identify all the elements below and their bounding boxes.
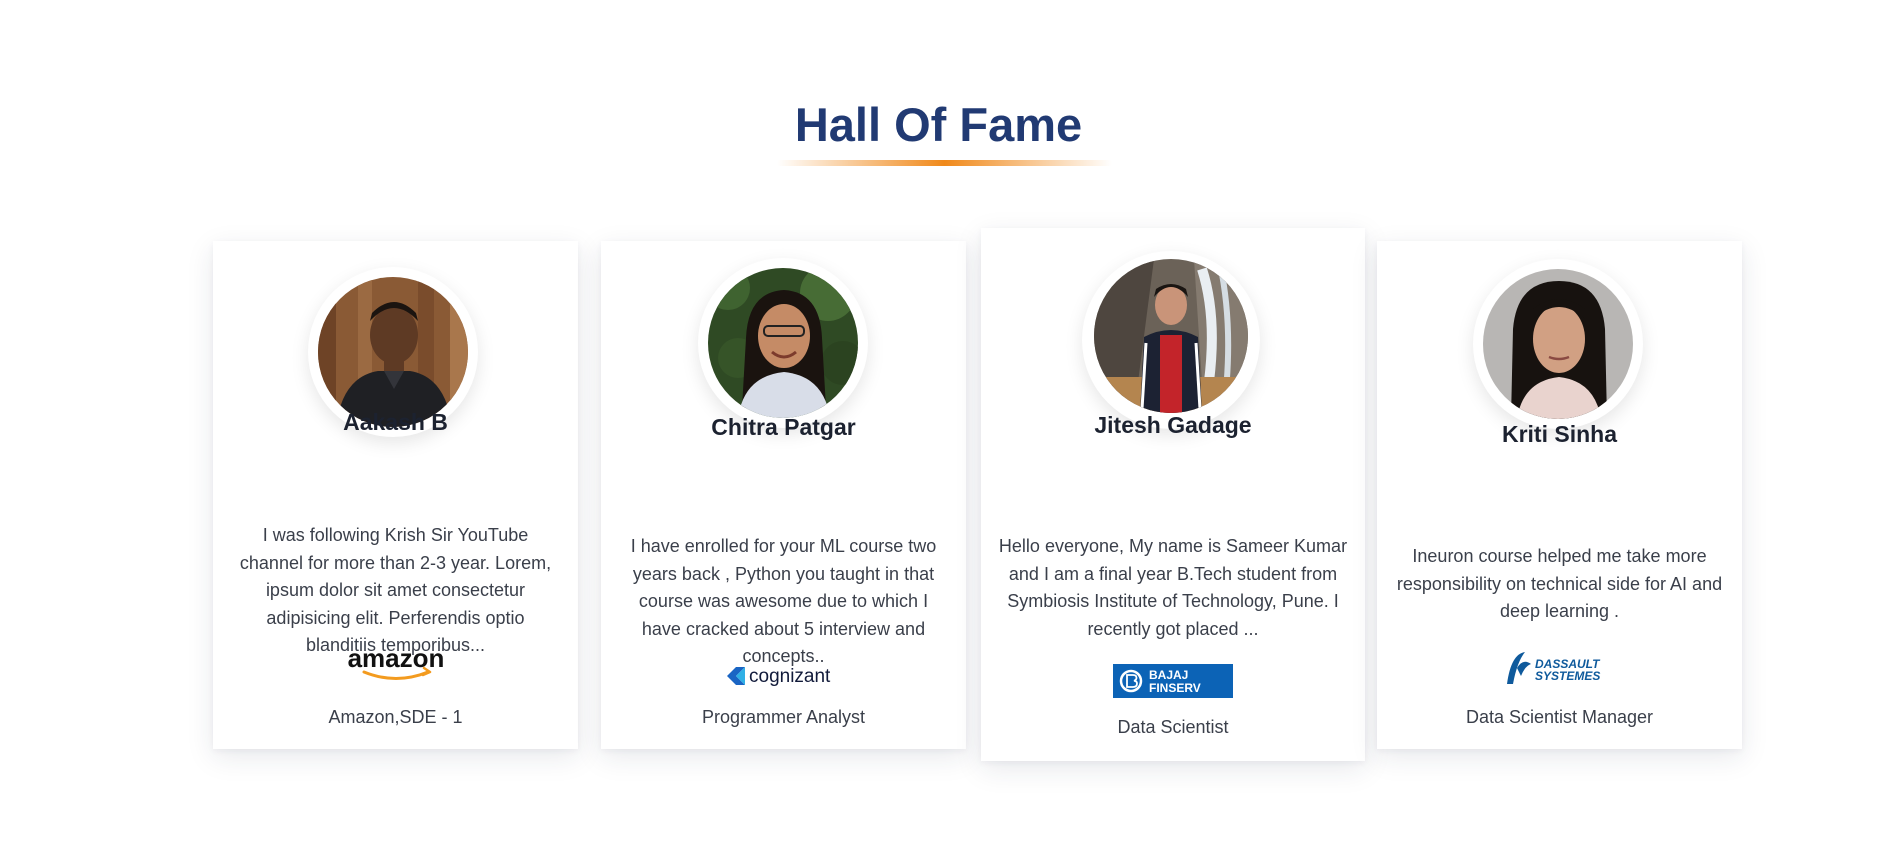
- testimonial-text: Hello everyone, My name is Sameer Kumar …: [998, 536, 1348, 639]
- company-logo: amazon: [213, 647, 578, 683]
- person-photo-icon: [708, 268, 858, 418]
- testimonial-text: I was following Krish Sir YouTube channe…: [239, 525, 552, 655]
- member-name: Chitra Patgar: [711, 414, 856, 440]
- section-title: Hall Of Fame: [794, 98, 1083, 151]
- testimonial-text: Ineuron course helped me take more respo…: [1396, 546, 1723, 621]
- member-name: Kriti Sinha: [1501, 421, 1617, 447]
- title-underline: [777, 160, 1112, 166]
- member-role: Programmer Analyst: [701, 707, 866, 727]
- logo-wordmark-bottom: SYSTEMES: [1535, 669, 1600, 683]
- testimonial-card: Kriti Sinha Ineuron course helped me tak…: [1377, 241, 1742, 749]
- person-photo-icon: [1094, 259, 1248, 413]
- testimonial-card: Aakash B I was following Krish Sir YouTu…: [213, 241, 578, 749]
- logo-wordmark-top: BAJAJ: [1149, 668, 1188, 682]
- member-role: Data Scientist: [1117, 717, 1229, 737]
- dassault-systemes-logo-icon: DASSAULT SYSTEMES: [1506, 652, 1601, 684]
- person-photo-icon: [1483, 269, 1633, 419]
- testimonial-card: Jitesh Gadage Hello everyone, My name is…: [981, 228, 1365, 761]
- company-logo: cognizant: [601, 661, 966, 691]
- bajaj-finserv-logo-icon: BAJAJ FINSERV: [1113, 664, 1233, 698]
- logo-wordmark: amazon: [347, 647, 444, 673]
- avatar: [708, 268, 858, 418]
- member-role: Data Scientist Manager: [1465, 707, 1654, 727]
- company-logo: BAJAJ FINSERV: [981, 664, 1365, 698]
- member-name: Aakash B: [343, 409, 448, 435]
- logo-wordmark: cognizant: [749, 666, 831, 687]
- person-photo-icon: [318, 277, 468, 427]
- cognizant-logo-icon: cognizant: [726, 666, 831, 687]
- testimonial-text: I have enrolled for your ML course two y…: [630, 536, 937, 666]
- avatar: [1483, 269, 1633, 419]
- amazon-logo-icon: amazon: [347, 647, 444, 680]
- member-role: Amazon,SDE - 1: [328, 707, 463, 727]
- logo-wordmark-bottom: FINSERV: [1149, 681, 1201, 695]
- avatar: [318, 277, 468, 427]
- member-name: Jitesh Gadage: [1094, 412, 1252, 438]
- avatar: [1094, 259, 1248, 413]
- company-logo: DASSAULT SYSTEMES: [1377, 648, 1742, 688]
- testimonial-card: Chitra Patgar I have enrolled for your M…: [601, 241, 966, 749]
- hall-of-fame-section: Hall Of Fame Aakash B I was following Kr…: [0, 0, 1877, 858]
